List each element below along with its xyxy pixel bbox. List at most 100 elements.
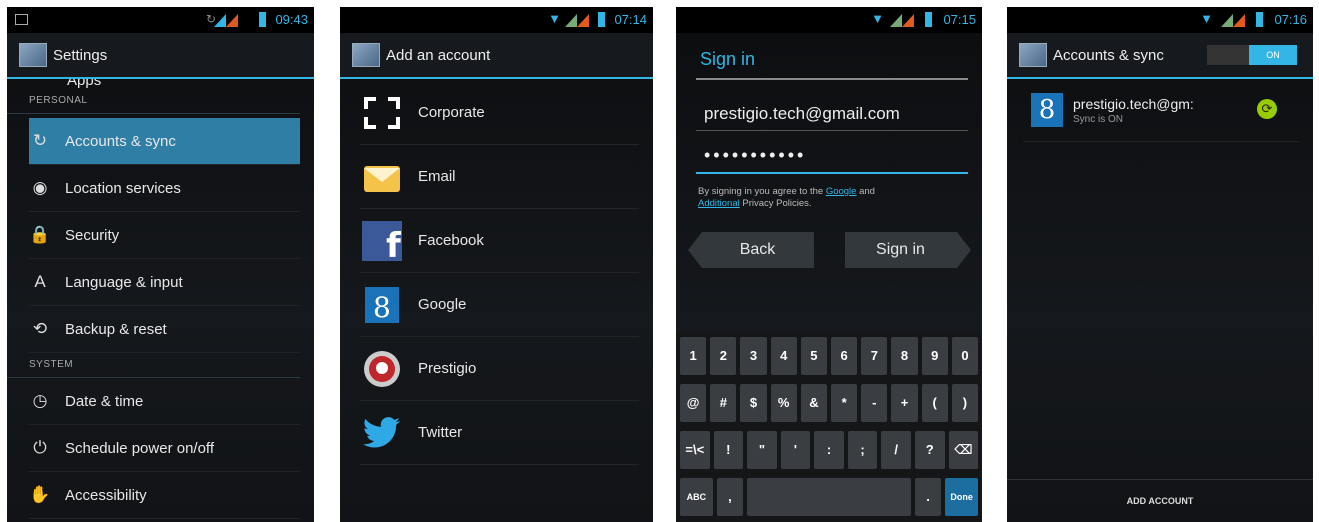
back-button[interactable]: Back xyxy=(687,232,814,268)
key[interactable]: " xyxy=(747,430,777,469)
key[interactable]: * xyxy=(831,383,858,422)
signin-title: Sign in xyxy=(700,49,756,69)
settings-item-backup-reset[interactable]: ⟲ Backup & reset xyxy=(29,306,300,353)
key[interactable]: 4 xyxy=(770,336,797,375)
sync-toggle[interactable]: ON xyxy=(1207,45,1297,65)
account-type-facebook[interactable]: f Facebook xyxy=(360,209,639,273)
twitter-icon xyxy=(360,411,404,455)
action-bar: Add an account xyxy=(340,33,653,79)
key[interactable]: - xyxy=(861,383,888,422)
key[interactable]: 9 xyxy=(921,336,948,375)
backup-icon: ⟲ xyxy=(32,319,48,338)
settings-item-language-input[interactable]: A Language & input xyxy=(29,259,300,306)
key[interactable]: ' xyxy=(780,430,811,469)
battery-icon xyxy=(925,12,932,27)
add-account-button[interactable]: ADD ACCOUNT xyxy=(1007,479,1313,522)
key[interactable]: # xyxy=(710,383,737,422)
facebook-icon: f xyxy=(360,219,404,263)
account-type-corporate[interactable]: Corporate xyxy=(360,81,639,145)
email-icon xyxy=(360,155,404,199)
key[interactable]: ? xyxy=(914,430,945,469)
clock: 07:16 xyxy=(1274,12,1307,27)
abc-key[interactable]: ABC xyxy=(680,477,713,516)
status-bar: ▼ 07:16 xyxy=(1007,7,1313,33)
google-policy-link[interactable]: Google xyxy=(826,186,857,197)
keyboard: 1234567890 @ # $% & * - +() =\<! " ':; /? ⌫ ABC , … xyxy=(676,332,982,522)
account-type-label: Prestigio xyxy=(418,360,477,377)
accessibility-icon: ✋ xyxy=(29,485,51,504)
key[interactable]: =\< xyxy=(680,430,710,469)
settings-item-security[interactable]: 🔒 Security xyxy=(29,212,300,259)
back-arrow-shape xyxy=(687,232,702,268)
settings-item-label: Backup & reset xyxy=(65,320,167,338)
account-sync-status: Sync is ON xyxy=(1073,113,1124,125)
key[interactable]: ) xyxy=(951,383,979,422)
account-type-google[interactable]: 8 Google xyxy=(360,273,639,337)
signal-icon xyxy=(214,14,238,27)
comma-key[interactable]: , xyxy=(716,477,744,516)
keyboard-row-4: ABC , . Done xyxy=(676,473,982,520)
key[interactable]: 5 xyxy=(800,336,828,375)
signin-button[interactable]: Sign in xyxy=(844,232,971,268)
password-field[interactable]: ••••••••••• xyxy=(696,135,968,174)
keyboard-row1: 1234567890 xyxy=(676,332,982,379)
key[interactable]: 7 xyxy=(861,336,888,375)
key[interactable]: % xyxy=(770,383,797,422)
sync-active-icon: ⟳ xyxy=(1257,99,1277,119)
keyboard-row2: @ # $% & * - +() xyxy=(676,379,982,426)
settings-item-accessibility[interactable]: ✋ Accessibility xyxy=(29,472,300,519)
image-notification-icon xyxy=(15,14,28,25)
account-type-twitter[interactable]: Twitter xyxy=(360,401,639,465)
key[interactable]: ; xyxy=(847,430,878,469)
settings-item-schedule-power-on-off[interactable]: ⏻ Schedule power on/off xyxy=(29,425,300,472)
done-key[interactable]: Done xyxy=(945,477,979,516)
settings-item-label: Accounts & sync xyxy=(65,132,176,150)
backspace-key[interactable]: ⌫ xyxy=(948,430,979,469)
settings-item-location-services[interactable]: ◉ Location services xyxy=(29,165,300,212)
battery-icon xyxy=(598,12,605,27)
back-button-label: Back xyxy=(739,241,776,258)
settings-item-date-time[interactable]: ◷ Date & time xyxy=(29,378,300,425)
key[interactable]: 8 xyxy=(891,336,918,375)
additional-policy-link[interactable]: Additional xyxy=(698,198,740,209)
google-icon: 8 xyxy=(1031,93,1063,127)
key[interactable]: + xyxy=(891,383,918,422)
signin-screen: ▼ 07:15 Sign in prestigio.tech@gmail.com… xyxy=(676,7,982,522)
clock: 07:15 xyxy=(943,12,976,27)
email-field[interactable]: prestigio.tech@gmail.com xyxy=(696,94,968,131)
key[interactable]: 1 xyxy=(680,336,707,375)
terms-part-3: Privacy Policies. xyxy=(739,198,812,209)
key[interactable]: ! xyxy=(713,430,744,469)
key[interactable]: ( xyxy=(921,383,948,422)
key[interactable]: $ xyxy=(740,383,767,422)
signal-icon xyxy=(890,14,914,27)
svg-text:f: f xyxy=(386,226,402,261)
settings-item-label: Date & time xyxy=(65,392,144,410)
settings-item-accounts-sync[interactable]: ↻ Accounts & sync xyxy=(29,118,300,165)
list-item-apps[interactable]: Apps xyxy=(31,79,314,89)
key[interactable]: 6 xyxy=(831,336,858,375)
signal-icon xyxy=(1221,14,1245,27)
key[interactable]: & xyxy=(800,383,828,422)
battery-icon xyxy=(259,12,266,27)
account-type-prestigio[interactable]: Prestigio xyxy=(360,337,639,401)
location-icon: ◉ xyxy=(32,178,48,197)
settings-screen: ↻ 09:43 Settings Apps PERSONAL ↻ Accounts… xyxy=(7,7,314,522)
account-type-label: Facebook xyxy=(418,232,484,249)
terms-text: By signing in you agree to the Google an… xyxy=(698,186,966,210)
period-key[interactable]: . xyxy=(914,477,942,516)
key[interactable]: 2 xyxy=(710,336,737,375)
key[interactable]: 0 xyxy=(951,336,979,375)
key[interactable]: @ xyxy=(680,383,707,422)
sync-icon: ↻ xyxy=(32,131,48,150)
settings-item-label: Schedule power on/off xyxy=(65,439,214,457)
key[interactable]: : xyxy=(814,430,844,469)
space-key[interactable] xyxy=(747,477,911,516)
account-type-email[interactable]: Email xyxy=(360,145,639,209)
key[interactable]: / xyxy=(881,430,911,469)
key[interactable]: 3 xyxy=(740,336,767,375)
account-row[interactable]: 8 prestigio.tech@gm: Sync is ON ⟳ xyxy=(1023,79,1299,142)
account-type-label: Email xyxy=(418,168,456,185)
page-title: Settings xyxy=(53,46,108,64)
action-bar: Settings xyxy=(7,33,314,79)
